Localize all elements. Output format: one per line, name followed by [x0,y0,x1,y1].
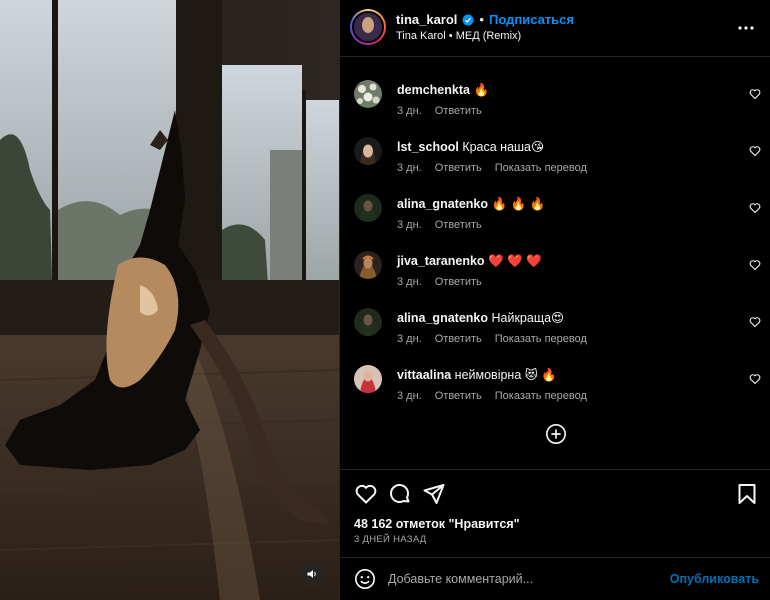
comment-age: 3 дн. [397,162,422,174]
show-translation-button[interactable]: Показать перевод [495,390,587,402]
heart-icon[interactable] [749,145,761,157]
author-row: tina_karol • Подписаться [396,12,574,27]
like-heart-icon[interactable] [354,482,378,506]
comment-text: ❤️ ❤️ ❤️ [488,254,542,268]
portrait-avatar-icon [354,194,382,222]
comment-item: alina_gnatenko 🔥 🔥 🔥 3 дн. Ответить [340,194,770,251]
comment-text: 🔥 [473,83,490,97]
comment-avatar[interactable] [354,365,382,393]
reply-button[interactable]: Ответить [435,219,482,231]
comment-line: alina_gnatenko 🔥 🔥 🔥 [397,196,731,212]
comment-age: 3 дн. [397,333,422,345]
comment-meta: 3 дн. Ответить Показать перевод [397,333,731,345]
comment-avatar[interactable] [354,137,382,165]
comment-composer: Опубликовать [340,557,770,600]
audio-info[interactable]: Tina Karol • МЕД (Remix) [396,30,521,42]
heart-icon[interactable] [749,259,761,271]
comment-username[interactable]: lst_school [397,140,459,154]
comment-username[interactable]: alina_gnatenko [397,197,488,211]
comment-age: 3 дн. [397,105,422,117]
load-more-comments-icon[interactable] [545,423,567,445]
likes-count[interactable]: 48 162 отметок "Нравится" [354,517,520,531]
comment-meta: 3 дн. Ответить [397,219,731,231]
emoji-icon[interactable] [354,568,376,590]
portrait-avatar-icon [354,251,382,279]
comment-line: vittaalina неймовірна 😻 🔥 [397,367,731,383]
comment-avatar[interactable] [354,194,382,222]
flower-avatar-icon [354,80,382,108]
comment-body: jiva_taranenko ❤️ ❤️ ❤️ 3 дн. Ответить [397,253,731,288]
comment-item: lst_school Краса наша😘 3 дн. Ответить По… [340,137,770,194]
heart-icon[interactable] [749,316,761,328]
comment-avatar[interactable] [354,308,382,336]
post-header: tina_karol • Подписаться Tina Karol • МЕ… [340,0,770,57]
comment-username[interactable]: jiva_taranenko [397,254,485,268]
comment-body: lst_school Краса наша😘 3 дн. Ответить По… [397,139,731,174]
comment-line: alina_gnatenko Найкраща😍 [397,310,731,326]
comment-username[interactable]: demchenkta [397,83,470,97]
post-sidebar: tina_karol • Подписаться Tina Karol • МЕ… [339,0,770,600]
comment-text: 🔥 🔥 🔥 [491,197,546,211]
comment-line: lst_school Краса наша😘 [397,139,731,155]
author-avatar[interactable] [350,9,386,45]
comment-bubble-icon[interactable] [388,482,412,506]
more-options-icon [738,26,754,30]
comment-body: vittaalina неймовірна 😻 🔥 3 дн. Ответить… [397,367,731,402]
comment-item: demchenkta 🔥 3 дн. Ответить [340,80,770,137]
comment-item: jiva_taranenko ❤️ ❤️ ❤️ 3 дн. Ответить [340,251,770,308]
comment-age: 3 дн. [397,276,422,288]
comment-text: Найкраща😍 [491,311,565,325]
comment-body: demchenkta 🔥 3 дн. Ответить [397,82,731,117]
comment-text: неймовірна 😻 🔥 [454,368,557,382]
show-translation-button[interactable]: Показать перевод [495,162,587,174]
portrait-avatar-icon [354,365,382,393]
reply-button[interactable]: Ответить [435,276,482,288]
video-frame [0,0,339,600]
reply-button[interactable]: Ответить [435,105,482,117]
heart-icon[interactable] [749,202,761,214]
mute-toggle-button[interactable] [300,562,324,586]
comment-item: alina_gnatenko Найкраща😍 3 дн. Ответить … [340,308,770,365]
share-send-icon[interactable] [422,482,446,506]
heart-icon[interactable] [749,88,761,100]
comment-meta: 3 дн. Ответить [397,105,731,117]
speaker-icon [307,570,316,578]
reply-button[interactable]: Ответить [435,390,482,402]
comments-list[interactable]: demchenkta 🔥 3 дн. Ответить lst_school К… [340,58,770,468]
follow-button[interactable]: Подписаться [489,12,574,27]
comment-username[interactable]: vittaalina [397,368,451,382]
reply-button[interactable]: Ответить [435,162,482,174]
author-avatar-image [352,11,384,43]
comment-avatar[interactable] [354,251,382,279]
post-actions: 48 162 отметок "Нравится" 3 ДНЕЙ НАЗАД [340,469,770,557]
verified-badge-icon [462,14,474,25]
comment-line: jiva_taranenko ❤️ ❤️ ❤️ [397,253,731,269]
comment-item: vittaalina неймовірна 😻 🔥 3 дн. Ответить… [340,365,770,422]
comment-text: Краса наша😘 [462,140,545,154]
comment-meta: 3 дн. Ответить [397,276,731,288]
comment-meta: 3 дн. Ответить Показать перевод [397,162,731,174]
comment-age: 3 дн. [397,390,422,402]
author-username[interactable]: tina_karol [396,12,457,27]
publish-button[interactable]: Опубликовать [670,572,759,586]
portrait-avatar-icon [354,308,382,336]
more-options-button[interactable] [735,18,757,38]
bookmark-icon[interactable] [735,482,759,506]
comment-line: demchenkta 🔥 [397,82,731,98]
post-timestamp[interactable]: 3 ДНЕЙ НАЗАД [354,534,427,545]
comment-avatar[interactable] [354,80,382,108]
comment-age: 3 дн. [397,219,422,231]
show-translation-button[interactable]: Показать перевод [495,333,587,345]
instagram-post-view: tina_karol • Подписаться Tina Karol • МЕ… [0,0,770,600]
comment-username[interactable]: alina_gnatenko [397,311,488,325]
reply-button[interactable]: Ответить [435,333,482,345]
heart-icon[interactable] [749,373,761,385]
comment-body: alina_gnatenko 🔥 🔥 🔥 3 дн. Ответить [397,196,731,231]
comment-input[interactable] [388,568,658,590]
comment-meta: 3 дн. Ответить Показать перевод [397,390,731,402]
comment-body: alina_gnatenko Найкраща😍 3 дн. Ответить … [397,310,731,345]
header-separator: • [479,12,484,27]
post-video[interactable] [0,0,339,600]
portrait-avatar-icon [354,137,382,165]
